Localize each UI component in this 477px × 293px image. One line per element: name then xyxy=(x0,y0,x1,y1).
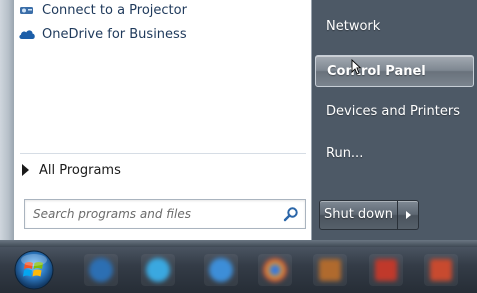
taskbar xyxy=(0,247,477,293)
shutdown-button[interactable]: Shut down xyxy=(319,200,398,230)
chrome-icon xyxy=(263,258,287,282)
taskbar-app-skype[interactable] xyxy=(141,254,175,286)
acrobat-icon xyxy=(319,259,341,281)
menu-item-label: Run... xyxy=(326,146,364,161)
program-item-onedrive-business[interactable]: OneDrive for Business xyxy=(14,24,187,44)
start-menu: Connect to a Projector OneDrive for Busi… xyxy=(0,0,477,247)
onedrive-cloud-icon xyxy=(18,27,36,41)
menu-item-control-panel[interactable]: Control Panel xyxy=(315,55,474,87)
menu-item-label: Control Panel xyxy=(327,64,426,79)
triangle-right-icon xyxy=(22,164,29,176)
outlook-icon xyxy=(89,258,113,282)
taskbar-app-powerpoint[interactable] xyxy=(424,254,458,286)
taskbar-app-outlook[interactable] xyxy=(84,254,118,286)
all-programs-button[interactable]: All Programs xyxy=(22,161,121,179)
menu-item-label: Devices and Printers xyxy=(326,104,460,119)
menu-item-devices-printers[interactable]: Devices and Printers xyxy=(318,98,460,126)
pdf-icon xyxy=(375,259,397,281)
program-item-label: Connect to a Projector xyxy=(42,2,187,18)
search-box[interactable] xyxy=(24,199,306,229)
mouse-cursor-icon xyxy=(351,59,361,75)
taskbar-app-acrobat[interactable] xyxy=(313,254,347,286)
projector-icon xyxy=(18,3,36,17)
taskbar-app-internet-explorer[interactable] xyxy=(204,254,238,286)
menu-item-run[interactable]: Run... xyxy=(318,140,363,168)
taskbar-app-pdf[interactable] xyxy=(369,254,403,286)
search-icon[interactable] xyxy=(283,206,299,222)
program-item-connect-projector[interactable]: Connect to a Projector xyxy=(14,0,187,20)
chevron-right-icon xyxy=(406,211,411,219)
skype-icon xyxy=(146,258,170,282)
taskbar-app-chrome[interactable] xyxy=(258,254,292,286)
internet-explorer-icon xyxy=(209,258,233,282)
menu-item-label: Network xyxy=(326,19,381,34)
search-input[interactable] xyxy=(25,200,278,228)
shutdown-options-button[interactable] xyxy=(398,200,419,230)
program-item-label: OneDrive for Business xyxy=(42,26,187,42)
menu-item-network[interactable]: Network xyxy=(318,13,380,41)
all-programs-label: All Programs xyxy=(39,162,121,178)
shutdown-label: Shut down xyxy=(323,207,394,222)
separator xyxy=(20,153,306,154)
windows-start-orb-icon[interactable] xyxy=(12,249,56,291)
programs-panel: Connect to a Projector OneDrive for Busi… xyxy=(14,0,312,240)
start-menu-frame xyxy=(0,0,14,247)
start-menu-bottom-edge xyxy=(0,240,477,247)
powerpoint-icon xyxy=(430,259,452,281)
